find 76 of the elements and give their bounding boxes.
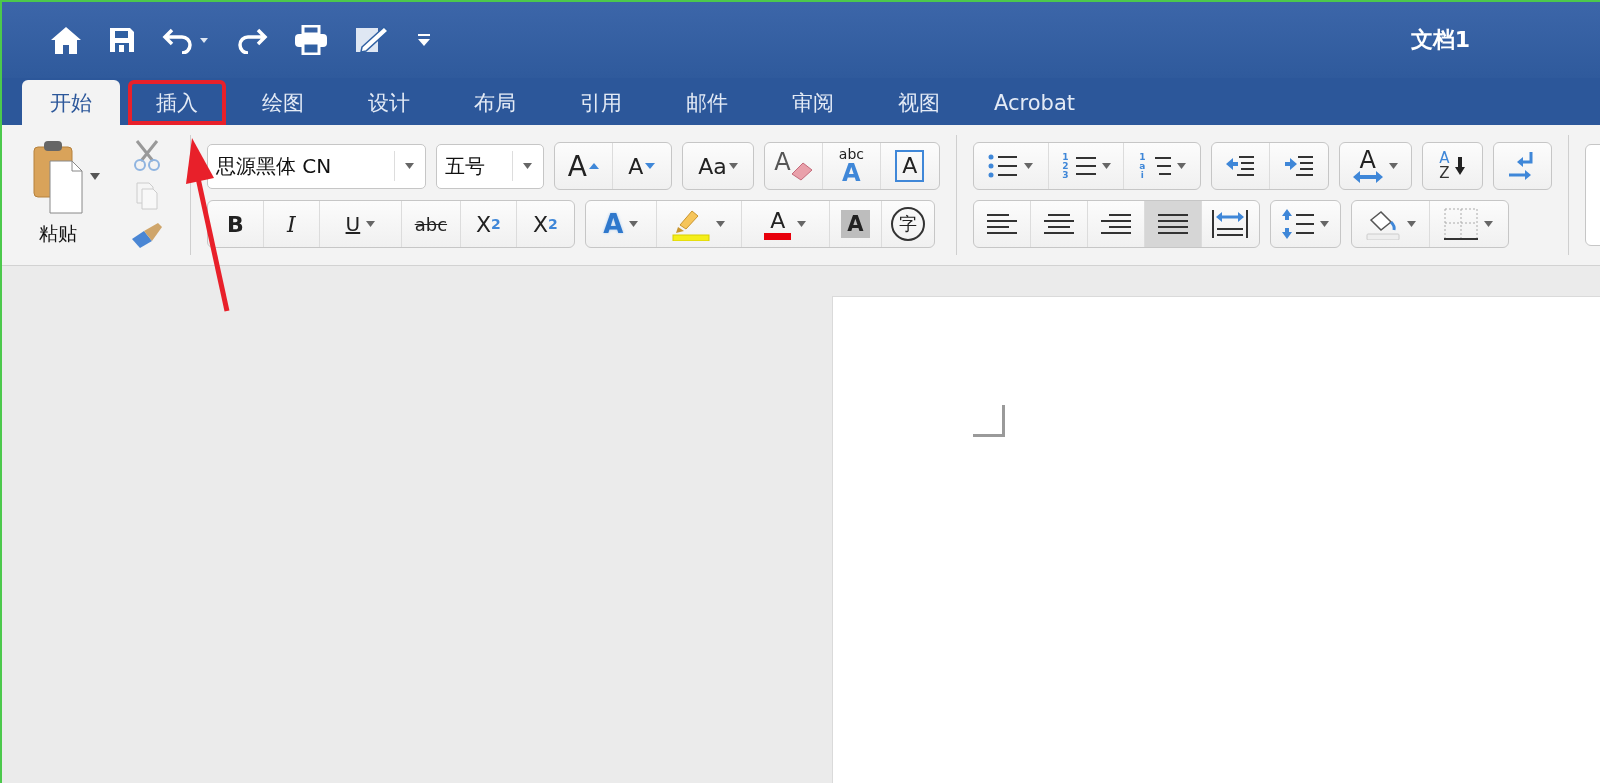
caret-icon[interactable] xyxy=(728,163,738,169)
bold-button[interactable]: B xyxy=(207,201,264,247)
home-icon[interactable] xyxy=(50,25,82,55)
paste-button[interactable]: 粘贴 xyxy=(26,135,90,251)
caret-icon[interactable] xyxy=(523,163,533,169)
distribute-icon xyxy=(1212,210,1249,238)
paintbrush-icon[interactable] xyxy=(130,221,164,249)
character-shading-button[interactable]: A xyxy=(829,201,882,247)
strikethrough-button[interactable]: abc xyxy=(401,201,461,247)
ribbon-tab[interactable]: Acrobat xyxy=(976,80,1093,125)
font-name-field[interactable]: 思源黑体 CN xyxy=(206,143,426,189)
font-size-field[interactable]: 五号 xyxy=(435,143,544,189)
double-arrow-icon xyxy=(1352,171,1383,183)
character-border-button[interactable]: A xyxy=(880,143,939,189)
caret-icon[interactable] xyxy=(1176,163,1186,169)
printer-icon[interactable] xyxy=(294,25,328,55)
sort-button[interactable]: A Z xyxy=(1422,143,1482,189)
italic-button[interactable]: I xyxy=(263,201,320,247)
caret-icon[interactable] xyxy=(1024,163,1034,169)
up-triangle-icon xyxy=(588,163,599,169)
superscript-button[interactable]: X$^{2}$ xyxy=(516,201,574,247)
caret-icon[interactable] xyxy=(90,173,100,180)
bulleted-list-icon xyxy=(988,153,1019,179)
caret-icon[interactable] xyxy=(629,221,639,227)
redo-icon[interactable] xyxy=(236,26,268,54)
ribbon-tab[interactable]: 设计 xyxy=(340,80,438,125)
text-effects-button[interactable]: A xyxy=(585,201,657,247)
underline-button[interactable]: U xyxy=(319,201,402,247)
eraser-icon xyxy=(790,161,813,181)
align-center-icon xyxy=(1043,214,1074,234)
undo-icon[interactable] xyxy=(162,26,210,54)
down-triangle-icon xyxy=(645,163,656,169)
edit-document-icon[interactable] xyxy=(354,25,390,55)
shrink-font-button[interactable]: A xyxy=(612,143,671,189)
font-color-button[interactable]: A xyxy=(741,201,830,247)
borders-icon xyxy=(1444,208,1479,240)
align-left-icon xyxy=(986,214,1017,234)
change-case-button[interactable]: Aa xyxy=(682,143,753,189)
caret-icon[interactable] xyxy=(1388,163,1398,169)
phonetic-guide-button[interactable]: abc A xyxy=(822,143,881,189)
ribbon-tab[interactable]: 邮件 xyxy=(658,80,756,125)
caret-icon[interactable] xyxy=(1319,221,1329,227)
grow-font-button[interactable]: A xyxy=(554,143,613,189)
indent-icon xyxy=(1283,155,1314,177)
caret-icon[interactable] xyxy=(1484,221,1494,227)
paint-bucket-icon xyxy=(1364,208,1401,240)
ribbon-tab[interactable]: 视图 xyxy=(870,80,968,125)
caret-icon[interactable] xyxy=(716,221,726,227)
scissors-icon[interactable] xyxy=(133,139,161,171)
margin-corner-mark xyxy=(973,405,1005,437)
customize-icon[interactable] xyxy=(416,33,432,47)
caret-icon[interactable] xyxy=(366,221,376,227)
ribbon-tab[interactable]: 插入 xyxy=(128,80,226,125)
justify-icon xyxy=(1157,214,1188,234)
caret-icon[interactable] xyxy=(1406,221,1416,227)
caret-icon[interactable] xyxy=(797,221,807,227)
save-icon[interactable] xyxy=(108,26,136,54)
ribbon-tab[interactable]: 审阅 xyxy=(764,80,862,125)
ribbon-tab[interactable]: 开始 xyxy=(22,80,120,125)
align-right-icon xyxy=(1100,214,1131,234)
down-arrow-icon xyxy=(1455,157,1466,175)
ribbon-tab[interactable]: 引用 xyxy=(552,80,650,125)
enclose-characters-button[interactable]: 字 xyxy=(881,201,934,247)
lines-icon xyxy=(1152,155,1171,177)
outdent-icon xyxy=(1225,155,1256,177)
caret-icon[interactable] xyxy=(1101,163,1111,169)
ribbon-tab[interactable]: 布局 xyxy=(446,80,544,125)
line-spacing-icon xyxy=(1281,209,1314,239)
ribbon-tab[interactable]: 绘图 xyxy=(234,80,332,125)
alignment-button[interactable] xyxy=(1144,201,1202,247)
caret-icon[interactable] xyxy=(405,163,415,169)
lines-icon xyxy=(1075,155,1096,177)
clipboard-icon xyxy=(32,139,84,215)
window-title: 文档1 xyxy=(1410,26,1470,54)
asian-layout-button[interactable]: A xyxy=(1339,143,1411,189)
clear-formatting-button[interactable]: A xyxy=(764,143,823,189)
